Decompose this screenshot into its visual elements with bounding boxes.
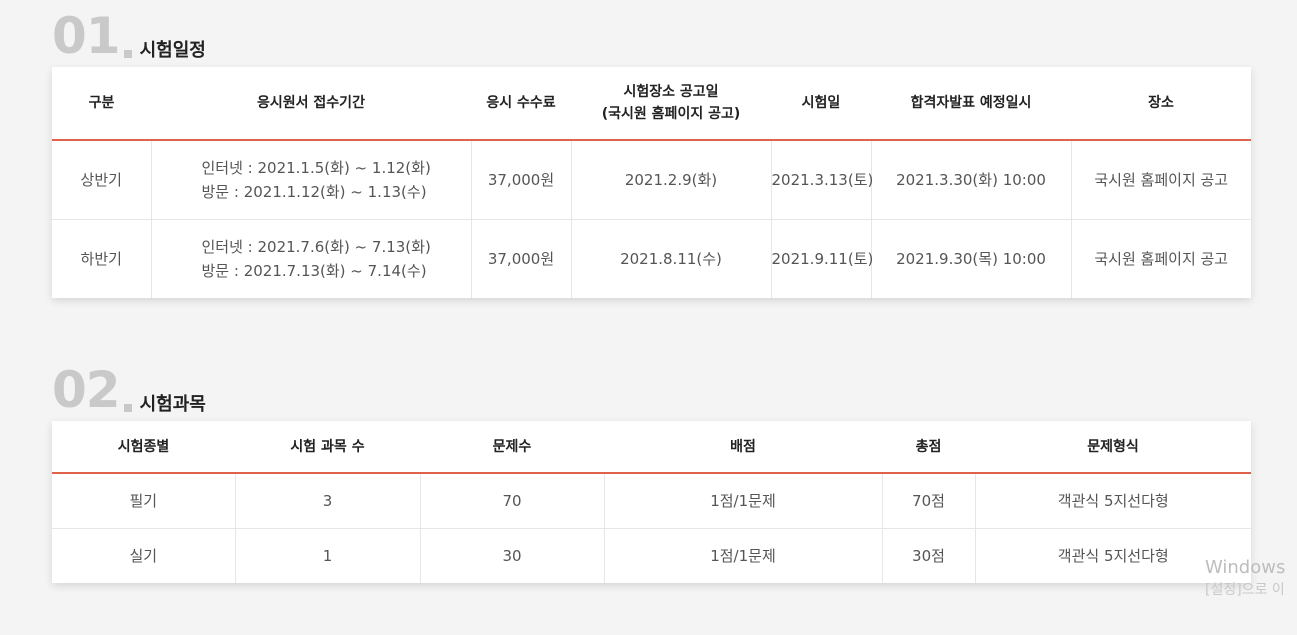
column-header: 문제수 (420, 421, 604, 474)
section-title: 시험일정 (139, 40, 206, 61)
table-header-row: 시험종별 시험 과목 수 문제수 배점 총점 문제형식 (52, 421, 1251, 474)
column-header: 합격자발표 예정일시 (871, 67, 1071, 141)
schedule-table-card: 구분 응시원서 접수기간 응시 수수료 시험장소 공고일 (국시원 홈페이지 공… (52, 67, 1251, 298)
cell-fee: 37,000원 (470, 140, 571, 220)
cell-result-date: 2021.9.30(목) 10:00 (870, 219, 1071, 298)
cell-subject-count: 1 (234, 528, 420, 583)
column-header: 문제형식 (975, 421, 1251, 474)
cell-place: 국시원 홈페이지 공고 (1070, 140, 1251, 220)
cell-exam-date: 2021.3.13(토) (770, 140, 873, 220)
watermark-title: Windows (1205, 557, 1286, 578)
table-row: 필기 3 70 1점/1문제 70점 객관식 5지선다형 (52, 473, 1251, 529)
column-header: 구분 (52, 67, 151, 141)
column-header: 시험일 (771, 67, 871, 141)
cell-application-period: 인터넷 : 2021.1.5(화) ~ 1.12(화) 방문 : 2021.1.… (150, 140, 471, 220)
cell-question-count: 30 (419, 528, 604, 583)
section-dot (123, 404, 132, 412)
subjects-table-card: 시험종별 시험 과목 수 문제수 배점 총점 문제형식 필기 3 70 1점/1… (52, 421, 1251, 583)
cell-total: 30점 (881, 528, 975, 583)
column-header: 배점 (604, 421, 882, 474)
section-title: 시험과목 (139, 394, 206, 415)
watermark-subtitle: [설정]으로 이 (1205, 582, 1285, 598)
section-number: 01 (52, 7, 121, 65)
cell-fee: 37,000원 (470, 219, 571, 298)
cell-category: 하반기 (52, 219, 151, 298)
cell-exam-date: 2021.9.11(토) (770, 219, 873, 298)
cell-format: 객관식 5지선다형 (974, 473, 1251, 529)
section-header-schedule: 01 시험일정 (52, 7, 206, 65)
table-row: 실기 1 30 1점/1문제 30점 객관식 5지선다형 (52, 528, 1251, 583)
windows-activation-watermark: Windows [설정]으로 이 (1205, 557, 1285, 601)
cell-result-date: 2021.3.30(화) 10:00 (870, 140, 1071, 220)
cell-exam-type: 실기 (52, 528, 235, 583)
period-visit: 방문 : 2021.1.12(화) ~ 1.13(수) (201, 183, 427, 201)
table-row: 상반기 인터넷 : 2021.1.5(화) ~ 1.12(화) 방문 : 202… (52, 140, 1251, 220)
section-number: 02 (52, 361, 121, 419)
section-header-subjects: 02 시험과목 (52, 361, 206, 419)
column-header: 장소 (1071, 67, 1251, 141)
column-header: 응시 수수료 (471, 67, 571, 141)
cell-venue-notice: 2021.8.11(수) (570, 219, 771, 298)
section-dot (123, 50, 132, 58)
cell-score: 1점/1문제 (603, 473, 882, 529)
cell-score: 1점/1문제 (603, 528, 882, 583)
period-visit: 방문 : 2021.7.13(화) ~ 7.14(수) (201, 262, 427, 280)
column-header: 응시원서 접수기간 (151, 67, 471, 141)
period-internet: 인터넷 : 2021.1.5(화) ~ 1.12(화) (201, 159, 431, 177)
cell-total: 70점 (881, 473, 975, 529)
column-header: 총점 (882, 421, 975, 474)
period-internet: 인터넷 : 2021.7.6(화) ~ 7.13(화) (201, 238, 431, 256)
cell-question-count: 70 (419, 473, 604, 529)
cell-exam-type: 필기 (129, 492, 158, 510)
table-header-row: 구분 응시원서 접수기간 응시 수수료 시험장소 공고일 (국시원 홈페이지 공… (52, 67, 1251, 141)
column-header: 시험 과목 수 (235, 421, 420, 474)
cell-venue-notice: 2021.2.9(화) (570, 140, 771, 220)
cell-place: 국시원 홈페이지 공고 (1070, 219, 1251, 298)
table-row: 하반기 인터넷 : 2021.7.6(화) ~ 7.13(화) 방문 : 202… (52, 219, 1251, 298)
cell-subject-count: 3 (234, 473, 420, 529)
schedule-table: 구분 응시원서 접수기간 응시 수수료 시험장소 공고일 (국시원 홈페이지 공… (52, 67, 1251, 298)
column-header: 시험장소 공고일 (국시원 홈페이지 공고) (571, 67, 771, 141)
subjects-table: 시험종별 시험 과목 수 문제수 배점 총점 문제형식 필기 3 70 1점/1… (52, 421, 1251, 583)
cell-application-period: 인터넷 : 2021.7.6(화) ~ 7.13(화) 방문 : 2021.7.… (150, 219, 471, 298)
cell-category: 상반기 (80, 171, 122, 189)
column-header: 시험종별 (52, 421, 235, 474)
